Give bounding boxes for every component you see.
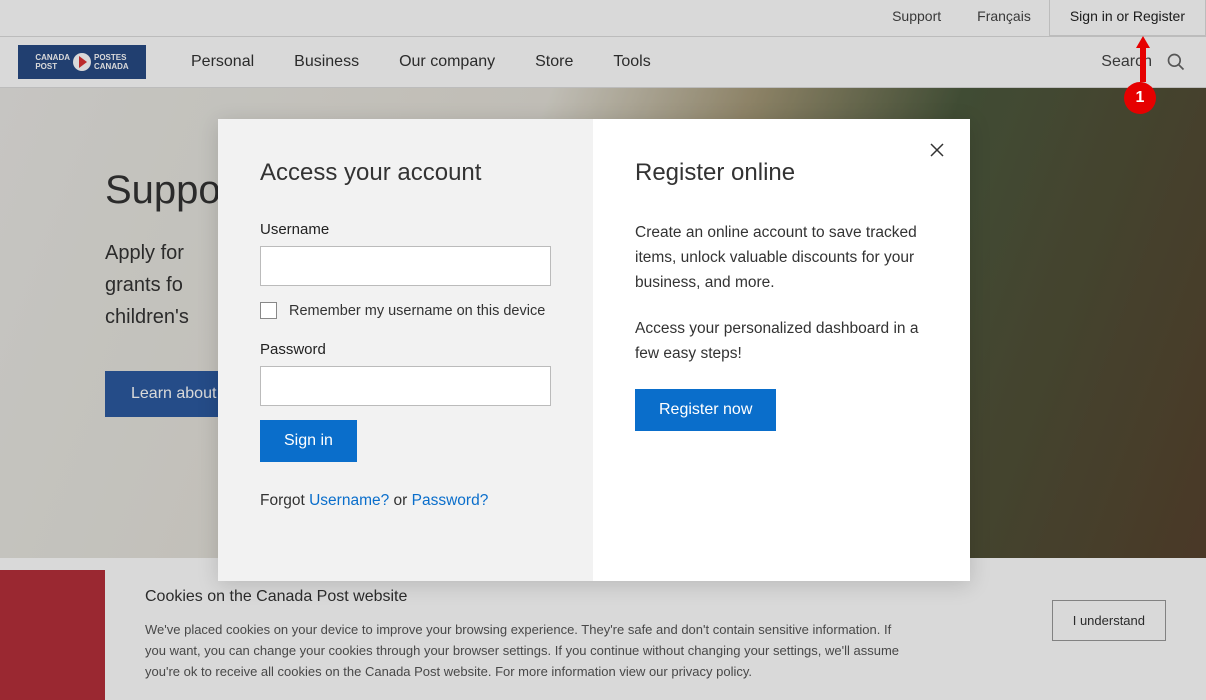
forgot-row: Forgot Username? or Password? (260, 492, 551, 510)
register-p1: Create an online account to save tracked… (635, 221, 928, 295)
forgot-password-link[interactable]: Password? (412, 492, 489, 509)
signin-modal: Access your account Username Remember my… (218, 119, 970, 581)
register-p2: Access your personalized dashboard in a … (635, 317, 928, 367)
modal-signin-panel: Access your account Username Remember my… (218, 119, 593, 581)
username-input[interactable] (260, 246, 551, 286)
register-title: Register online (635, 159, 928, 187)
register-now-button[interactable]: Register now (635, 389, 776, 431)
annotation-arrow (1136, 36, 1150, 48)
modal-register-panel: Register online Create an online account… (593, 119, 970, 581)
password-label: Password (260, 341, 551, 358)
forgot-or: or (389, 492, 411, 509)
annotation-badge: 1 (1124, 82, 1156, 114)
forgot-prefix: Forgot (260, 492, 309, 509)
password-input[interactable] (260, 366, 551, 406)
remember-checkbox[interactable] (260, 302, 277, 319)
close-icon[interactable] (928, 141, 946, 164)
signin-button[interactable]: Sign in (260, 420, 357, 462)
username-label: Username (260, 221, 551, 238)
access-account-title: Access your account (260, 159, 551, 187)
forgot-username-link[interactable]: Username? (309, 492, 389, 509)
remember-label: Remember my username on this device (289, 303, 545, 319)
